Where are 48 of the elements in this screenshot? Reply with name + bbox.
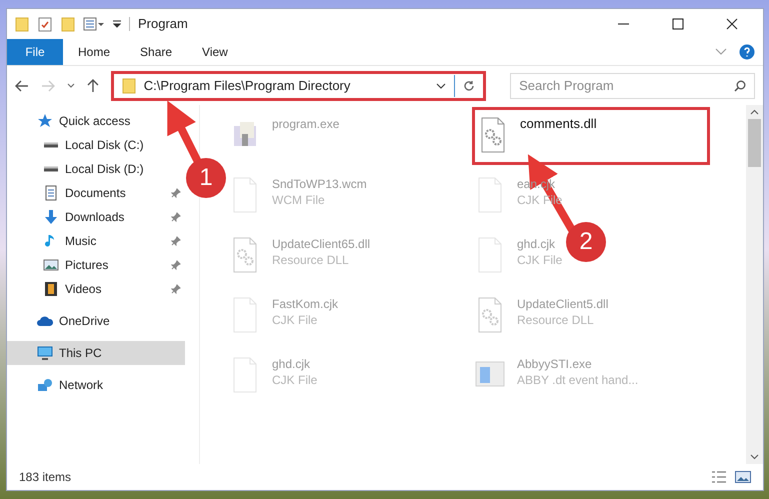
- chevron-down-icon[interactable]: [750, 454, 759, 460]
- ribbon-tab[interactable]: Home: [63, 39, 126, 65]
- film-icon: [43, 281, 59, 297]
- network-icon: [37, 377, 53, 393]
- document-icon: [43, 185, 59, 201]
- sidebar-item[interactable]: Videos: [7, 277, 185, 301]
- properties-icon[interactable]: [83, 16, 105, 32]
- address-path: C:\Program Files\Program Directory: [144, 78, 350, 93]
- checklist-icon[interactable]: [37, 16, 53, 32]
- sidebar-item[interactable]: Documents: [7, 181, 185, 205]
- search-input[interactable]: Search Program: [519, 76, 734, 96]
- download-arrow-icon: [43, 209, 59, 225]
- chevron-down-icon[interactable]: [66, 82, 75, 88]
- scrollbar-thumb[interactable]: [748, 119, 761, 167]
- sidebar-item[interactable]: Local Disk (D:): [7, 157, 185, 181]
- sidebar-item[interactable]: Quick access: [7, 109, 185, 133]
- scrollbar[interactable]: [746, 105, 763, 464]
- file-item[interactable]: comments.dll: [472, 107, 710, 165]
- ribbon-tab[interactable]: Share: [125, 39, 188, 65]
- monitor-icon: [37, 345, 53, 361]
- sidebar-item[interactable]: Pictures: [7, 253, 185, 277]
- address-bar[interactable]: C:\Program Files\Program Directory: [110, 70, 486, 100]
- drive-icon: [43, 142, 59, 148]
- window-title: Program: [138, 15, 188, 34]
- sidebar-item[interactable]: Downloads: [7, 205, 185, 229]
- refresh-icon[interactable]: [463, 80, 476, 92]
- picture-icon: [43, 257, 59, 273]
- folder-icon: [122, 78, 136, 94]
- item-count: 183 items: [19, 469, 72, 486]
- dropdown-icon[interactable]: [113, 19, 121, 29]
- ribbon-tab[interactable]: View: [187, 39, 243, 65]
- search-icon: [734, 80, 746, 92]
- file-menu-tab[interactable]: File: [7, 39, 63, 65]
- sidebar-item[interactable]: Network: [7, 373, 185, 397]
- sidebar-item[interactable]: OneDrive: [7, 309, 185, 333]
- sidebar-item[interactable]: This PC: [7, 341, 185, 365]
- chevron-down-icon[interactable]: [436, 82, 446, 88]
- chevron-up-icon[interactable]: [750, 109, 759, 115]
- sidebar-item[interactable]: Local Disk (C:): [7, 133, 185, 157]
- sidebar-item[interactable]: Music: [7, 229, 185, 253]
- search-field[interactable]: Search Program: [510, 72, 756, 98]
- up-arrow-icon[interactable]: [86, 78, 99, 92]
- back-arrow-icon[interactable]: [15, 80, 29, 92]
- details-view-icon[interactable]: [711, 470, 727, 484]
- drive-icon: [43, 166, 59, 172]
- large-icons-view-icon[interactable]: [735, 470, 751, 484]
- star-icon: [37, 113, 53, 129]
- help-icon[interactable]: [739, 44, 755, 60]
